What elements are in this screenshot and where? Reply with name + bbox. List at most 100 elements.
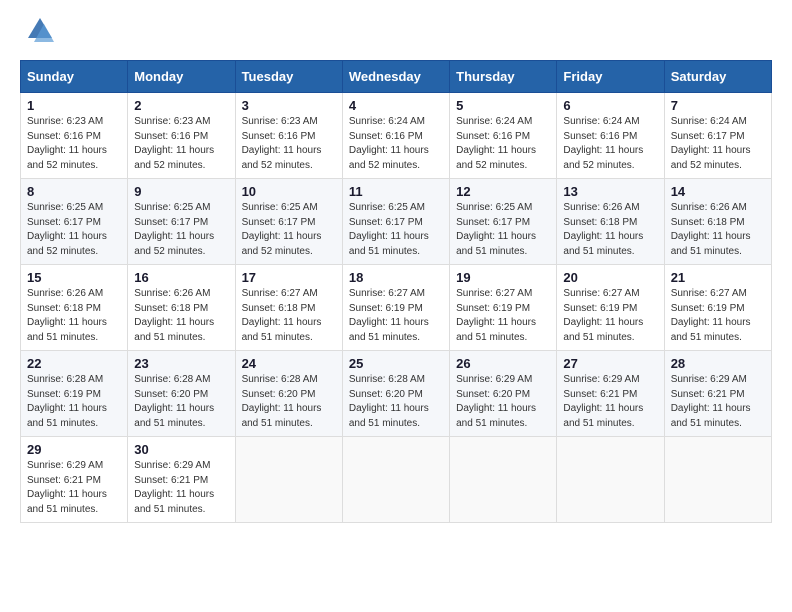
calendar-week-row: 29 Sunrise: 6:29 AMSunset: 6:21 PMDaylig…: [21, 437, 772, 523]
day-number: 7: [671, 98, 765, 113]
day-info: Sunrise: 6:29 AMSunset: 6:21 PMDaylight:…: [27, 460, 107, 515]
calendar-cell: 4 Sunrise: 6:24 AMSunset: 6:16 PMDayligh…: [342, 93, 449, 179]
day-info: Sunrise: 6:27 AMSunset: 6:18 PMDaylight:…: [242, 288, 322, 343]
day-number: 27: [563, 356, 657, 371]
day-info: Sunrise: 6:24 AMSunset: 6:17 PMDaylight:…: [671, 116, 751, 171]
logo: [20, 20, 54, 44]
day-number: 24: [242, 356, 336, 371]
day-info: Sunrise: 6:27 AMSunset: 6:19 PMDaylight:…: [563, 288, 643, 343]
day-number: 17: [242, 270, 336, 285]
calendar-cell: 23 Sunrise: 6:28 AMSunset: 6:20 PMDaylig…: [128, 351, 235, 437]
day-number: 28: [671, 356, 765, 371]
day-info: Sunrise: 6:24 AMSunset: 6:16 PMDaylight:…: [563, 116, 643, 171]
column-header-wednesday: Wednesday: [342, 61, 449, 93]
day-info: Sunrise: 6:28 AMSunset: 6:19 PMDaylight:…: [27, 374, 107, 429]
day-number: 19: [456, 270, 550, 285]
day-number: 9: [134, 184, 228, 199]
day-number: 29: [27, 442, 121, 457]
day-info: Sunrise: 6:29 AMSunset: 6:21 PMDaylight:…: [563, 374, 643, 429]
calendar-cell: [450, 437, 557, 523]
day-info: Sunrise: 6:29 AMSunset: 6:21 PMDaylight:…: [671, 374, 751, 429]
calendar-cell: 10 Sunrise: 6:25 AMSunset: 6:17 PMDaylig…: [235, 179, 342, 265]
calendar-cell: 6 Sunrise: 6:24 AMSunset: 6:16 PMDayligh…: [557, 93, 664, 179]
calendar-cell: 26 Sunrise: 6:29 AMSunset: 6:20 PMDaylig…: [450, 351, 557, 437]
day-number: 8: [27, 184, 121, 199]
day-info: Sunrise: 6:25 AMSunset: 6:17 PMDaylight:…: [27, 202, 107, 257]
day-number: 23: [134, 356, 228, 371]
calendar-cell: [557, 437, 664, 523]
calendar-cell: 18 Sunrise: 6:27 AMSunset: 6:19 PMDaylig…: [342, 265, 449, 351]
day-number: 25: [349, 356, 443, 371]
calendar-week-row: 22 Sunrise: 6:28 AMSunset: 6:19 PMDaylig…: [21, 351, 772, 437]
calendar-cell: 5 Sunrise: 6:24 AMSunset: 6:16 PMDayligh…: [450, 93, 557, 179]
calendar-table: SundayMondayTuesdayWednesdayThursdayFrid…: [20, 60, 772, 523]
day-number: 4: [349, 98, 443, 113]
day-info: Sunrise: 6:28 AMSunset: 6:20 PMDaylight:…: [134, 374, 214, 429]
day-info: Sunrise: 6:26 AMSunset: 6:18 PMDaylight:…: [671, 202, 751, 257]
calendar-cell: 21 Sunrise: 6:27 AMSunset: 6:19 PMDaylig…: [664, 265, 771, 351]
day-number: 1: [27, 98, 121, 113]
column-header-thursday: Thursday: [450, 61, 557, 93]
day-number: 2: [134, 98, 228, 113]
calendar-week-row: 15 Sunrise: 6:26 AMSunset: 6:18 PMDaylig…: [21, 265, 772, 351]
calendar-cell: 17 Sunrise: 6:27 AMSunset: 6:18 PMDaylig…: [235, 265, 342, 351]
day-number: 26: [456, 356, 550, 371]
day-number: 6: [563, 98, 657, 113]
day-info: Sunrise: 6:25 AMSunset: 6:17 PMDaylight:…: [242, 202, 322, 257]
day-info: Sunrise: 6:26 AMSunset: 6:18 PMDaylight:…: [134, 288, 214, 343]
calendar-cell: [235, 437, 342, 523]
day-info: Sunrise: 6:23 AMSunset: 6:16 PMDaylight:…: [242, 116, 322, 171]
day-number: 22: [27, 356, 121, 371]
calendar-cell: 3 Sunrise: 6:23 AMSunset: 6:16 PMDayligh…: [235, 93, 342, 179]
day-info: Sunrise: 6:25 AMSunset: 6:17 PMDaylight:…: [134, 202, 214, 257]
calendar-cell: 16 Sunrise: 6:26 AMSunset: 6:18 PMDaylig…: [128, 265, 235, 351]
day-info: Sunrise: 6:23 AMSunset: 6:16 PMDaylight:…: [134, 116, 214, 171]
calendar-cell: 15 Sunrise: 6:26 AMSunset: 6:18 PMDaylig…: [21, 265, 128, 351]
day-info: Sunrise: 6:29 AMSunset: 6:20 PMDaylight:…: [456, 374, 536, 429]
day-info: Sunrise: 6:24 AMSunset: 6:16 PMDaylight:…: [456, 116, 536, 171]
day-number: 3: [242, 98, 336, 113]
logo-icon: [26, 16, 54, 44]
column-header-monday: Monday: [128, 61, 235, 93]
calendar-header-row: SundayMondayTuesdayWednesdayThursdayFrid…: [21, 61, 772, 93]
calendar-cell: 20 Sunrise: 6:27 AMSunset: 6:19 PMDaylig…: [557, 265, 664, 351]
day-number: 20: [563, 270, 657, 285]
column-header-saturday: Saturday: [664, 61, 771, 93]
day-info: Sunrise: 6:27 AMSunset: 6:19 PMDaylight:…: [349, 288, 429, 343]
calendar-cell: 2 Sunrise: 6:23 AMSunset: 6:16 PMDayligh…: [128, 93, 235, 179]
calendar-cell: 27 Sunrise: 6:29 AMSunset: 6:21 PMDaylig…: [557, 351, 664, 437]
day-number: 12: [456, 184, 550, 199]
column-header-sunday: Sunday: [21, 61, 128, 93]
calendar-cell: 9 Sunrise: 6:25 AMSunset: 6:17 PMDayligh…: [128, 179, 235, 265]
day-info: Sunrise: 6:28 AMSunset: 6:20 PMDaylight:…: [242, 374, 322, 429]
calendar-cell: 7 Sunrise: 6:24 AMSunset: 6:17 PMDayligh…: [664, 93, 771, 179]
day-info: Sunrise: 6:24 AMSunset: 6:16 PMDaylight:…: [349, 116, 429, 171]
day-number: 10: [242, 184, 336, 199]
calendar-cell: 13 Sunrise: 6:26 AMSunset: 6:18 PMDaylig…: [557, 179, 664, 265]
calendar-cell: 25 Sunrise: 6:28 AMSunset: 6:20 PMDaylig…: [342, 351, 449, 437]
calendar-week-row: 1 Sunrise: 6:23 AMSunset: 6:16 PMDayligh…: [21, 93, 772, 179]
calendar-cell: 12 Sunrise: 6:25 AMSunset: 6:17 PMDaylig…: [450, 179, 557, 265]
day-info: Sunrise: 6:27 AMSunset: 6:19 PMDaylight:…: [671, 288, 751, 343]
day-info: Sunrise: 6:28 AMSunset: 6:20 PMDaylight:…: [349, 374, 429, 429]
column-header-friday: Friday: [557, 61, 664, 93]
calendar-cell: [664, 437, 771, 523]
day-number: 11: [349, 184, 443, 199]
calendar-cell: [342, 437, 449, 523]
calendar-cell: 19 Sunrise: 6:27 AMSunset: 6:19 PMDaylig…: [450, 265, 557, 351]
calendar-cell: 14 Sunrise: 6:26 AMSunset: 6:18 PMDaylig…: [664, 179, 771, 265]
calendar-cell: 8 Sunrise: 6:25 AMSunset: 6:17 PMDayligh…: [21, 179, 128, 265]
calendar-cell: 30 Sunrise: 6:29 AMSunset: 6:21 PMDaylig…: [128, 437, 235, 523]
day-info: Sunrise: 6:25 AMSunset: 6:17 PMDaylight:…: [349, 202, 429, 257]
calendar-cell: 24 Sunrise: 6:28 AMSunset: 6:20 PMDaylig…: [235, 351, 342, 437]
day-number: 16: [134, 270, 228, 285]
day-number: 21: [671, 270, 765, 285]
day-number: 13: [563, 184, 657, 199]
calendar-cell: 22 Sunrise: 6:28 AMSunset: 6:19 PMDaylig…: [21, 351, 128, 437]
day-info: Sunrise: 6:26 AMSunset: 6:18 PMDaylight:…: [27, 288, 107, 343]
day-info: Sunrise: 6:26 AMSunset: 6:18 PMDaylight:…: [563, 202, 643, 257]
day-number: 15: [27, 270, 121, 285]
calendar-body: 1 Sunrise: 6:23 AMSunset: 6:16 PMDayligh…: [21, 93, 772, 523]
day-info: Sunrise: 6:23 AMSunset: 6:16 PMDaylight:…: [27, 116, 107, 171]
page-header: [20, 20, 772, 44]
